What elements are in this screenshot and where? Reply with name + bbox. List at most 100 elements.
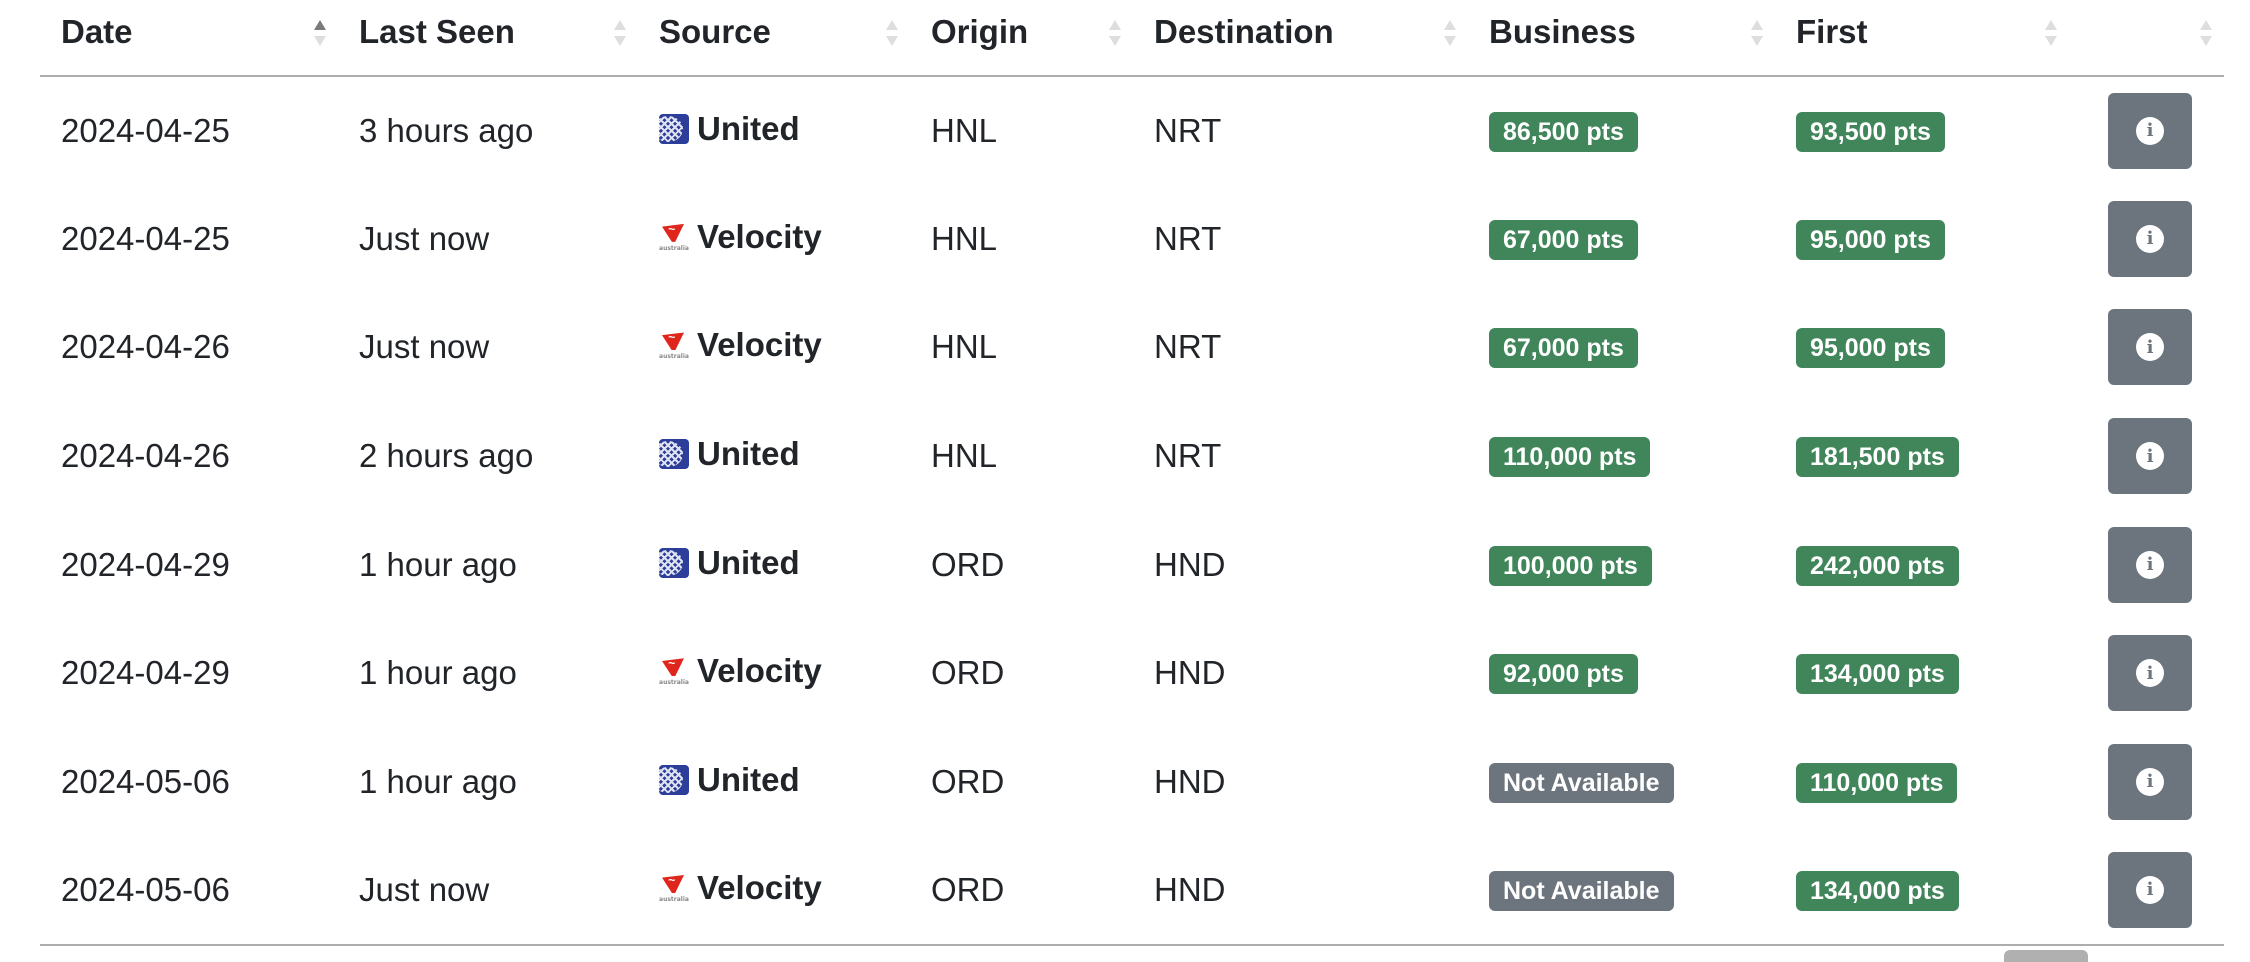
business-price-badge: 92,000 pts bbox=[1489, 654, 1638, 695]
info-circle-icon: i bbox=[2136, 116, 2164, 145]
info-circle-icon: i bbox=[2136, 875, 2164, 904]
source-program: United bbox=[659, 544, 800, 582]
source-program: australia Velocity bbox=[659, 869, 822, 907]
first-price-badge: 110,000 pts bbox=[1796, 762, 1958, 803]
sort-ascending-arrow-icon bbox=[886, 20, 898, 30]
virgin-australia-logo-icon: australia bbox=[659, 873, 689, 903]
cell-date: 2024-05-06 bbox=[61, 762, 230, 800]
cell-actions: i bbox=[2069, 293, 2224, 402]
details-button[interactable]: i bbox=[2108, 418, 2192, 495]
cell-destination: NRT bbox=[1154, 111, 1222, 149]
source-program: australia Velocity bbox=[659, 652, 822, 690]
details-button[interactable]: i bbox=[2108, 200, 2192, 277]
column-header-label: Source bbox=[659, 12, 771, 50]
sort-icon[interactable] bbox=[2200, 18, 2212, 48]
cell-destination: HND bbox=[1154, 870, 1226, 908]
cell-last-seen: 1 hour ago bbox=[359, 654, 517, 692]
sort-descending-arrow-icon bbox=[314, 36, 326, 46]
cell-business: Not Available bbox=[1468, 728, 1775, 837]
details-button[interactable]: i bbox=[2108, 526, 2192, 603]
table-body: 2024-04-25 3 hours ago United HNL NRT 86,500 … bbox=[40, 76, 2224, 945]
source-label: Velocity bbox=[697, 652, 822, 690]
table-row: 2024-04-25 Just now australia Velocity HNL NR… bbox=[40, 185, 2224, 294]
info-circle-icon: i bbox=[2136, 550, 2164, 579]
sort-icon[interactable] bbox=[886, 18, 898, 48]
cell-origin: ORD bbox=[931, 762, 1005, 800]
united-logo-icon bbox=[659, 113, 689, 144]
sort-icon[interactable] bbox=[1751, 18, 1763, 48]
sort-icon[interactable] bbox=[1444, 18, 1456, 48]
cell-last-seen: 1 hour ago bbox=[359, 545, 517, 583]
virgin-wordmark: australia bbox=[659, 244, 689, 252]
column-header-first[interactable]: First bbox=[1775, 0, 2069, 76]
virgin-wordmark: australia bbox=[659, 895, 689, 903]
sort-icon[interactable] bbox=[2045, 18, 2057, 48]
cell-origin: HNL bbox=[931, 111, 998, 149]
column-header-business[interactable]: Business bbox=[1468, 0, 1775, 76]
cell-actions: i bbox=[2069, 185, 2224, 294]
cell-date: 2024-05-06 bbox=[61, 870, 230, 908]
sort-ascending-arrow-icon bbox=[314, 20, 326, 30]
cell-destination: NRT bbox=[1154, 328, 1222, 366]
source-label: United bbox=[697, 435, 800, 473]
sort-ascending-arrow-icon bbox=[1444, 20, 1456, 30]
united-logo-icon bbox=[659, 764, 689, 795]
cell-source: australia Velocity bbox=[638, 836, 910, 945]
column-header-date[interactable]: Date bbox=[40, 0, 338, 76]
source-program: United bbox=[659, 110, 800, 148]
column-header-source[interactable]: Source bbox=[638, 0, 910, 76]
first-price-badge: 181,500 pts bbox=[1796, 437, 1959, 478]
cell-destination: HND bbox=[1154, 654, 1226, 692]
cell-actions: i bbox=[2069, 836, 2224, 945]
sort-ascending-arrow-icon bbox=[1109, 20, 1121, 30]
sort-icon[interactable] bbox=[614, 18, 626, 48]
cell-last-seen: Just now bbox=[359, 219, 490, 257]
column-header-label: Destination bbox=[1154, 12, 1334, 50]
cell-last-seen: 3 hours ago bbox=[359, 111, 534, 149]
source-program: United bbox=[659, 761, 800, 799]
source-program: australia Velocity bbox=[659, 218, 822, 256]
cell-actions: i bbox=[2069, 728, 2224, 837]
cell-last-seen: 1 hour ago bbox=[359, 762, 517, 800]
cell-actions: i bbox=[2069, 619, 2224, 728]
cell-first: 134,000 pts bbox=[1775, 836, 2069, 945]
cell-origin: HNL bbox=[931, 219, 998, 257]
column-header-label: Business bbox=[1489, 12, 1636, 50]
details-button[interactable]: i bbox=[2108, 309, 2192, 386]
business-price-badge: 100,000 pts bbox=[1489, 545, 1652, 586]
virgin-australia-logo-icon: australia bbox=[659, 656, 689, 686]
source-program: australia Velocity bbox=[659, 326, 822, 364]
table-row: 2024-04-29 1 hour ago australia Velocity ORD… bbox=[40, 619, 2224, 728]
info-circle-icon: i bbox=[2136, 659, 2164, 688]
column-header-actions[interactable] bbox=[2069, 0, 2224, 76]
cell-first: 134,000 pts bbox=[1775, 619, 2069, 728]
table-row: 2024-04-26 2 hours ago United HNL NRT 110,000… bbox=[40, 402, 2224, 511]
sort-icon[interactable] bbox=[1109, 18, 1121, 48]
page-size-select[interactable] bbox=[2004, 950, 2088, 962]
cell-last-seen: Just now bbox=[359, 870, 490, 908]
info-circle-icon: i bbox=[2136, 333, 2164, 362]
column-header-label: First bbox=[1796, 12, 1868, 50]
sort-icon[interactable] bbox=[314, 18, 326, 48]
cell-business: 110,000 pts bbox=[1468, 402, 1775, 511]
united-logo-icon bbox=[659, 547, 689, 578]
source-label: United bbox=[697, 543, 800, 581]
details-button[interactable]: i bbox=[2108, 635, 2192, 712]
source-label: United bbox=[697, 760, 800, 798]
column-header-origin[interactable]: Origin bbox=[910, 0, 1133, 76]
cell-origin: ORD bbox=[931, 654, 1005, 692]
sort-descending-arrow-icon bbox=[614, 36, 626, 46]
sort-descending-arrow-icon bbox=[1444, 36, 1456, 46]
column-header-last-seen[interactable]: Last Seen bbox=[338, 0, 638, 76]
details-button[interactable]: i bbox=[2108, 851, 2192, 928]
business-price-badge: 67,000 pts bbox=[1489, 219, 1638, 260]
sort-ascending-arrow-icon bbox=[614, 20, 626, 30]
details-button[interactable]: i bbox=[2108, 743, 2192, 820]
column-header-destination[interactable]: Destination bbox=[1133, 0, 1468, 76]
source-label: United bbox=[697, 109, 800, 147]
details-button[interactable]: i bbox=[2108, 92, 2192, 169]
cell-first: 242,000 pts bbox=[1775, 510, 2069, 619]
sort-descending-arrow-icon bbox=[2200, 36, 2212, 46]
virgin-wordmark: australia bbox=[659, 353, 689, 361]
first-price-badge: 95,000 pts bbox=[1796, 219, 1945, 260]
